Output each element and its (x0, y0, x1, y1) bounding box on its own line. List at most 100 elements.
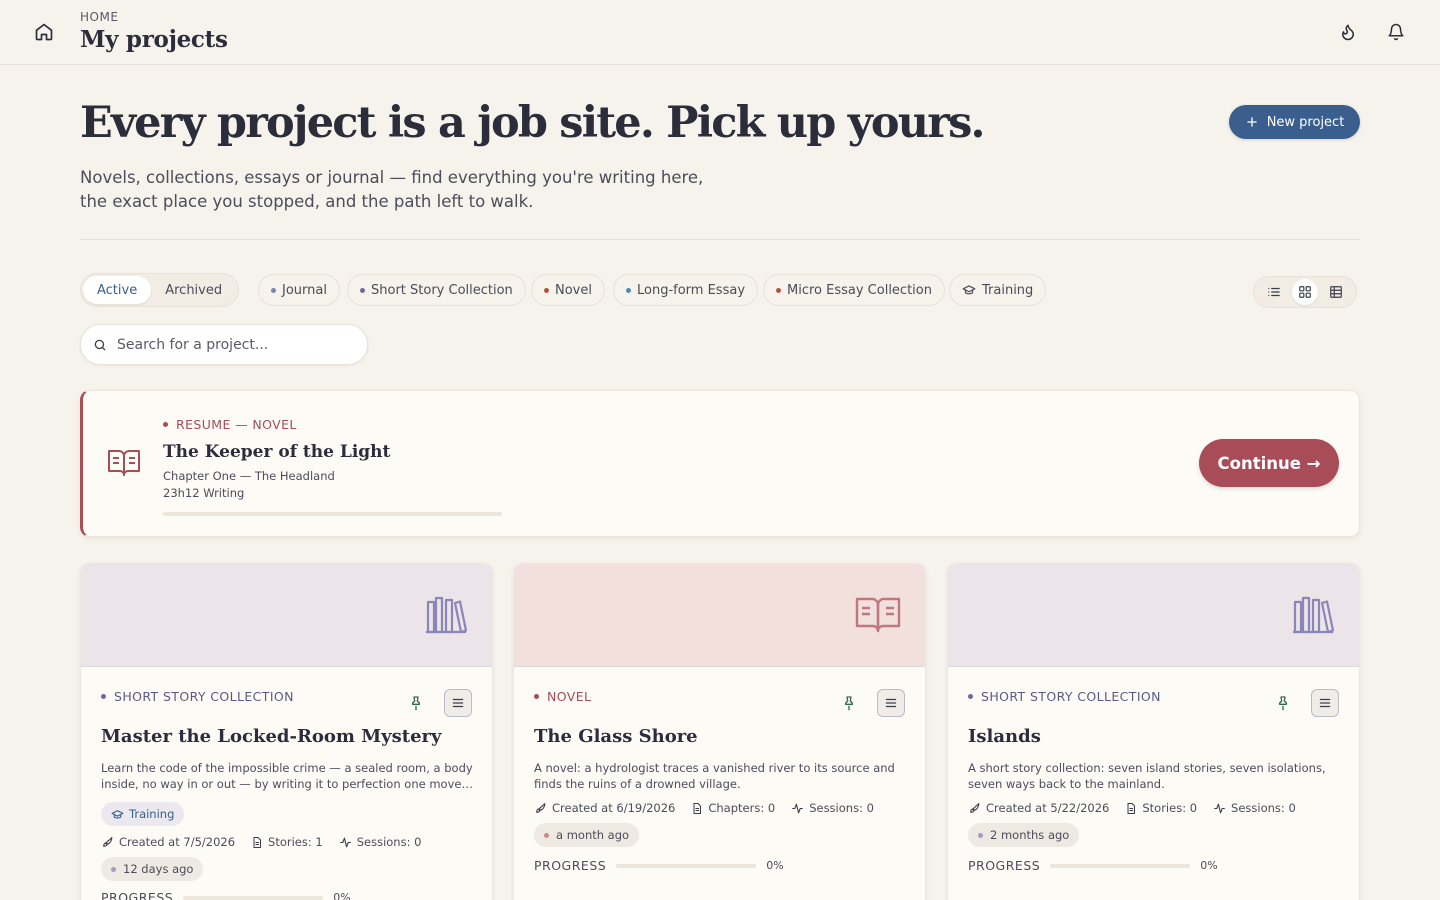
project-card[interactable]: SHORT STORY COLLECTION Islands A short s… (947, 563, 1360, 900)
resume-title[interactable]: The Keeper of the Light (163, 442, 390, 462)
resume-chapter: Chapter One — The Headland (163, 469, 335, 483)
project-cover (948, 564, 1359, 667)
card-menu-button[interactable] (444, 689, 472, 717)
breadcrumb[interactable]: HOME (80, 10, 118, 24)
pin-button[interactable] (1271, 690, 1295, 716)
project-meta: Created at 7/5/2026 Stories: 1 Sessions:… (101, 835, 421, 849)
item-count: Stories: 1 (268, 835, 323, 849)
project-meta: Created at 5/22/2026 Stories: 0 Sessions… (968, 801, 1296, 815)
rocket-icon (536, 802, 546, 813)
project-type-label: SHORT STORY COLLECTION (114, 689, 294, 704)
activity-dot-icon (111, 866, 116, 872)
plus-icon (1246, 117, 1257, 127)
essay-dot-icon (626, 287, 631, 293)
filter-archived[interactable]: Archived (151, 276, 236, 304)
chip-label: Long-form Essay (637, 282, 746, 298)
session-count: Sessions: 0 (809, 801, 874, 815)
project-type-label: NOVEL (547, 689, 592, 704)
card-menu-button[interactable] (877, 689, 905, 717)
progress-label: PROGRESS (534, 858, 607, 873)
project-cover (514, 564, 925, 667)
document-icon (253, 836, 262, 848)
session-count: Sessions: 0 (356, 835, 422, 849)
chip-micro-essay-collection[interactable]: Micro Essay Collection (763, 274, 945, 306)
resume-card: RESUME — NOVEL The Keeper of the Light C… (80, 390, 1360, 537)
list-view-icon (1267, 287, 1280, 297)
activity-icon (792, 803, 804, 813)
training-tag: Training (101, 802, 185, 826)
resume-progress-bar (163, 512, 502, 516)
last-activity-badge: 12 days ago (101, 857, 204, 881)
type-dot-icon (968, 694, 973, 699)
last-activity-badge: 2 months ago (968, 823, 1080, 847)
home-button[interactable] (28, 16, 60, 48)
pin-button[interactable] (404, 690, 428, 716)
project-meta: Created at 6/19/2026 Chapters: 0 Session… (534, 801, 874, 815)
list-view-button[interactable] (1261, 279, 1287, 305)
pin-button[interactable] (837, 690, 861, 716)
menu-icon (885, 698, 897, 708)
project-cover (81, 564, 492, 667)
filter-active[interactable]: Active (83, 276, 152, 304)
created-date: Created at 5/22/2026 (986, 801, 1110, 815)
page-title: My projects (80, 26, 228, 53)
chip-label: Journal (282, 282, 327, 298)
chip-label: Training (982, 282, 1034, 298)
table-view-button[interactable] (1323, 279, 1349, 305)
hero-subtitle-line-2: the exact place you stopped, and the pat… (80, 192, 534, 211)
document-icon (693, 802, 702, 814)
search-input[interactable] (117, 336, 347, 353)
project-type-label: SHORT STORY COLLECTION (981, 689, 1161, 704)
project-title[interactable]: Islands (968, 726, 1041, 747)
item-count: Stories: 0 (1142, 801, 1198, 815)
library-icon (1291, 594, 1335, 638)
chip-label: Micro Essay Collection (787, 282, 932, 298)
last-activity-badge: a month ago (534, 823, 640, 847)
project-card[interactable]: SHORT STORY COLLECTION Master the Locked… (80, 563, 493, 900)
status-toggle: Active Archived (80, 273, 240, 307)
card-menu-button[interactable] (1311, 689, 1339, 717)
grid-view-icon (1299, 286, 1311, 298)
view-toggle (1253, 276, 1357, 308)
progress-label: PROGRESS (101, 890, 174, 900)
new-project-button[interactable]: New project (1229, 105, 1360, 139)
chip-long-form-essay[interactable]: Long-form Essay (613, 274, 759, 306)
streak-button[interactable] (1334, 18, 1362, 46)
novel-dot-icon (544, 287, 549, 293)
project-type: SHORT STORY COLLECTION (968, 689, 1161, 704)
rocket-icon (970, 802, 980, 813)
continue-button[interactable]: Continue → (1199, 439, 1339, 487)
resume-label-text: RESUME — NOVEL (176, 417, 297, 432)
activity-dot-icon (978, 832, 983, 838)
notifications-button[interactable] (1382, 18, 1410, 46)
resume-dot-icon (163, 422, 168, 427)
chip-label: Novel (555, 282, 592, 298)
project-card[interactable]: NOVEL The Glass Shore A novel: a hydrolo… (513, 563, 926, 900)
home-icon (35, 23, 53, 41)
chip-training[interactable]: Training (949, 274, 1047, 306)
progress-bar (616, 863, 757, 868)
graduation-cap-icon (111, 809, 124, 819)
last-activity: 2 months ago (990, 828, 1070, 842)
divider (80, 239, 1360, 240)
project-description: A short story collection: seven island s… (968, 761, 1326, 791)
rocket-icon (103, 836, 113, 847)
graduation-cap-icon (962, 285, 976, 295)
project-title[interactable]: Master the Locked-Room Mystery (101, 726, 441, 747)
journal-dot-icon (271, 287, 276, 293)
resume-writing-time: 23h12 Writing (163, 486, 245, 500)
grid-view-button[interactable] (1291, 279, 1318, 305)
progress-percent: 0% (766, 859, 784, 872)
search-icon (94, 339, 106, 350)
item-count: Chapters: 0 (708, 801, 776, 815)
activity-dot-icon (544, 832, 549, 838)
pin-icon (1279, 696, 1287, 711)
progress-percent: 0% (333, 891, 351, 900)
chip-novel[interactable]: Novel (531, 274, 605, 306)
document-icon (1127, 802, 1136, 814)
progress-bar (1050, 863, 1191, 868)
chip-journal[interactable]: Journal (258, 274, 340, 306)
flame-icon (1342, 24, 1354, 41)
project-title[interactable]: The Glass Shore (534, 726, 698, 747)
chip-short-story-collection[interactable]: Short Story Collection (347, 274, 526, 306)
